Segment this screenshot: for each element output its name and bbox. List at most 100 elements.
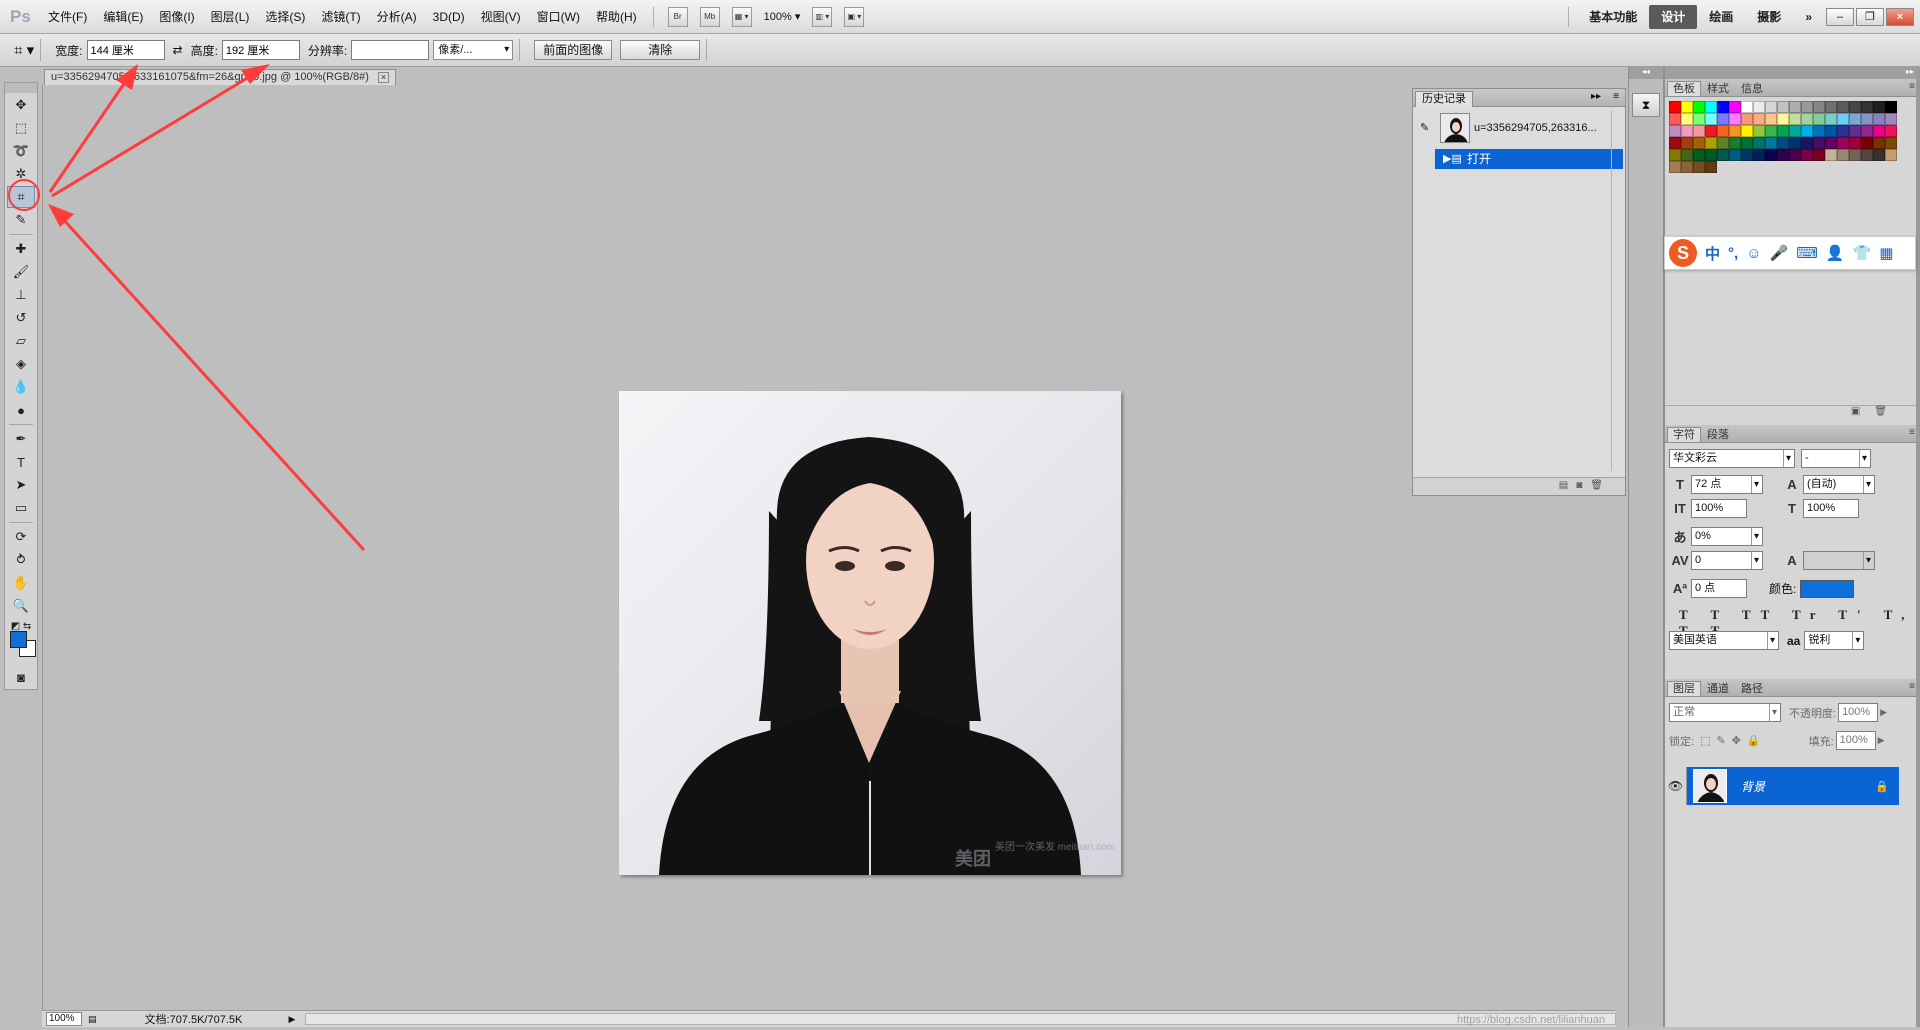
- swatch-color[interactable]: [1741, 125, 1753, 137]
- panel-menu-icon[interactable]: ≡: [1613, 91, 1619, 102]
- swatch-color[interactable]: [1669, 101, 1681, 113]
- lock-icons[interactable]: ⬚✎✥🔒: [1700, 734, 1767, 747]
- document-image[interactable]: 美团一次美发 meituan.com 美团: [619, 391, 1121, 875]
- antialias-select[interactable]: 锐利: [1804, 631, 1865, 650]
- quick-mask-icon[interactable]: ◙: [7, 666, 35, 688]
- swatch-color[interactable]: [1777, 125, 1789, 137]
- swatch-color[interactable]: [1813, 149, 1825, 161]
- vertical-scale-input[interactable]: 100%: [1691, 499, 1747, 518]
- swatch-color[interactable]: [1729, 125, 1741, 137]
- clone-stamp-tool-icon[interactable]: ⊥: [7, 284, 35, 306]
- swatch-color[interactable]: [1669, 149, 1681, 161]
- tab-layers[interactable]: 图层: [1667, 681, 1701, 696]
- swatch-color[interactable]: [1849, 125, 1861, 137]
- paint-bucket-tool-icon[interactable]: ◈: [7, 353, 35, 375]
- document-close-icon[interactable]: ×: [377, 72, 389, 83]
- width-input[interactable]: [86, 40, 165, 60]
- swatch-color[interactable]: [1825, 149, 1837, 161]
- swatch-color[interactable]: [1813, 113, 1825, 125]
- swatch-color[interactable]: [1789, 113, 1801, 125]
- swatch-color[interactable]: [1669, 137, 1681, 149]
- arrange-documents-button[interactable]: ▥ ▾: [812, 6, 833, 27]
- tracking-select[interactable]: 0: [1691, 551, 1763, 570]
- swatch-color[interactable]: [1825, 137, 1837, 149]
- tools-panel-grip[interactable]: [5, 83, 37, 93]
- swatch-color[interactable]: [1885, 125, 1897, 137]
- swatch-color[interactable]: [1753, 149, 1765, 161]
- front-image-button[interactable]: 前面的图像: [534, 40, 613, 60]
- swatch-color[interactable]: [1693, 101, 1705, 113]
- height-input[interactable]: [221, 40, 300, 60]
- foreground-color-swatch[interactable]: [10, 631, 27, 648]
- baseline-shift-input[interactable]: 0 点: [1691, 579, 1747, 598]
- swatch-color[interactable]: [1861, 113, 1873, 125]
- swatch-color[interactable]: [1705, 161, 1717, 173]
- mini-bridge-button[interactable]: Mb: [699, 6, 720, 27]
- swatch-color[interactable]: [1885, 113, 1897, 125]
- bridge-button[interactable]: Br: [667, 6, 688, 27]
- menu-filter[interactable]: 滤镜(T): [313, 0, 368, 34]
- marquee-tool-icon[interactable]: ⬚: [7, 117, 35, 139]
- ime-user-icon[interactable]: 👤: [1826, 244, 1845, 262]
- layer-visibility-eye-icon[interactable]: 👁: [1665, 767, 1687, 805]
- swatch-color[interactable]: [1861, 137, 1873, 149]
- workspace-painting[interactable]: 绘画: [1697, 5, 1745, 29]
- swatch-color[interactable]: [1669, 113, 1681, 125]
- more-workspaces-button[interactable]: »: [1793, 5, 1824, 29]
- text-color-swatch[interactable]: [1800, 579, 1855, 598]
- tab-paths[interactable]: 路径: [1735, 681, 1769, 696]
- swatch-color[interactable]: [1861, 149, 1873, 161]
- font-family-select[interactable]: 华文彩云: [1669, 449, 1795, 468]
- swatch-color[interactable]: [1765, 149, 1777, 161]
- 3d-rotate-tool-icon[interactable]: ⟳: [7, 526, 35, 548]
- swatch-color[interactable]: [1837, 101, 1849, 113]
- panel-menu-icon[interactable]: ≡: [1909, 427, 1915, 438]
- swatch-color[interactable]: [1705, 149, 1717, 161]
- swatch-color[interactable]: [1681, 161, 1693, 173]
- swatch-color[interactable]: [1741, 101, 1753, 113]
- swatch-color[interactable]: [1681, 113, 1693, 125]
- swatch-color[interactable]: [1849, 113, 1861, 125]
- dodge-tool-icon[interactable]: ●: [7, 399, 35, 421]
- history-panel-icon[interactable]: ⧗: [1632, 93, 1660, 117]
- lasso-tool-icon[interactable]: ➰: [7, 140, 35, 162]
- history-brush-source-icon[interactable]: ✎: [1420, 121, 1429, 134]
- swatch-color[interactable]: [1873, 101, 1885, 113]
- history-brush-tool-icon[interactable]: ↺: [7, 307, 35, 329]
- new-snapshot-icon[interactable]: ◙: [1576, 480, 1590, 491]
- 3d-orbit-tool-icon[interactable]: ⥁: [7, 549, 35, 571]
- history-scrollbar[interactable]: [1611, 111, 1623, 471]
- swatch-color[interactable]: [1837, 125, 1849, 137]
- view-extras-button[interactable]: ▦ ▾: [731, 6, 752, 27]
- swatch-color[interactable]: [1681, 125, 1693, 137]
- layer-row-background[interactable]: 👁 背景 🔒: [1665, 767, 1899, 805]
- swatch-color[interactable]: [1813, 137, 1825, 149]
- blend-mode-select[interactable]: 正常: [1669, 703, 1781, 722]
- swatch-color[interactable]: [1885, 149, 1897, 161]
- clear-button[interactable]: 清除: [620, 40, 701, 60]
- menu-edit[interactable]: 编辑(E): [95, 0, 151, 34]
- swatch-color[interactable]: [1849, 137, 1861, 149]
- eraser-tool-icon[interactable]: ▱: [7, 330, 35, 352]
- horizontal-scrollbar[interactable]: https://blog.csdn.net/lilianhuan: [305, 1013, 1616, 1026]
- close-window-button[interactable]: ×: [1886, 7, 1914, 26]
- swatch-color[interactable]: [1741, 149, 1753, 161]
- hand-tool-icon[interactable]: ✋: [7, 572, 35, 594]
- menu-3d[interactable]: 3D(D): [425, 0, 473, 34]
- quick-selection-tool-icon[interactable]: ✲: [7, 163, 35, 185]
- history-snapshot[interactable]: ✎ u=3356294705,263316...: [1416, 111, 1608, 145]
- ime-emoji-icon[interactable]: ☺: [1746, 245, 1761, 262]
- zoom-level-dropdown[interactable]: 100% ▾: [764, 10, 801, 23]
- tab-swatches[interactable]: 色板: [1667, 81, 1701, 96]
- swatch-color[interactable]: [1873, 125, 1885, 137]
- swatch-color[interactable]: [1801, 149, 1813, 161]
- font-size-select[interactable]: 72 点: [1691, 475, 1763, 494]
- swatch-color[interactable]: [1765, 125, 1777, 137]
- swatch-color[interactable]: [1681, 137, 1693, 149]
- swatch-color[interactable]: [1705, 113, 1717, 125]
- swatch-grid[interactable]: [1669, 101, 1899, 173]
- tab-history[interactable]: 历史记录: [1415, 91, 1473, 107]
- menu-file[interactable]: 文件(F): [40, 0, 95, 34]
- restore-button[interactable]: ❐: [1856, 7, 1884, 26]
- new-document-from-state-icon[interactable]: ▤: [1559, 480, 1576, 491]
